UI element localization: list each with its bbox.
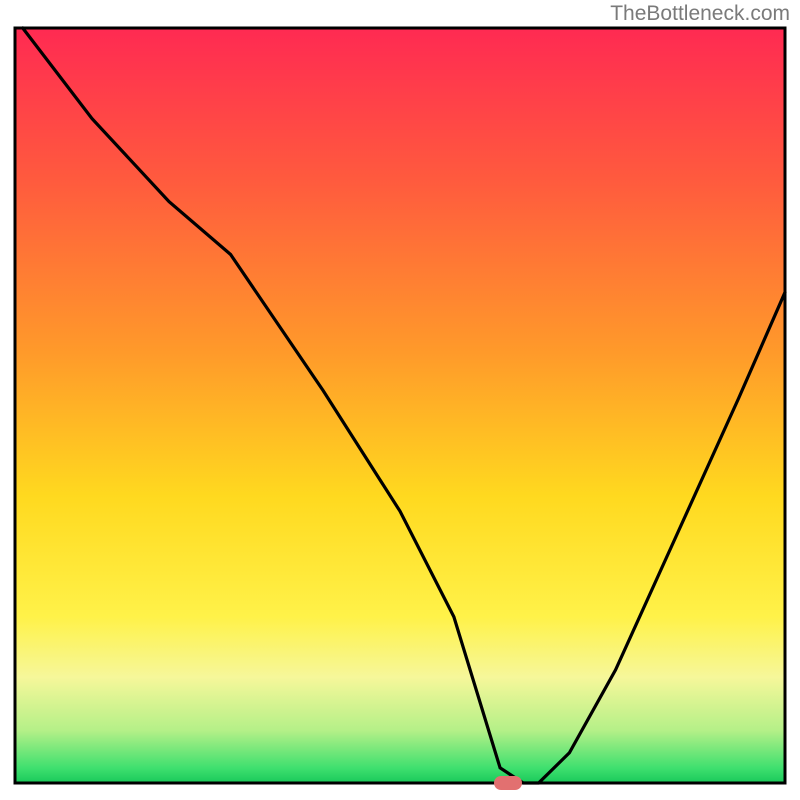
chart-container: TheBottleneck.com (0, 0, 800, 800)
bottleneck-chart (0, 0, 800, 800)
plot-background (15, 28, 785, 783)
